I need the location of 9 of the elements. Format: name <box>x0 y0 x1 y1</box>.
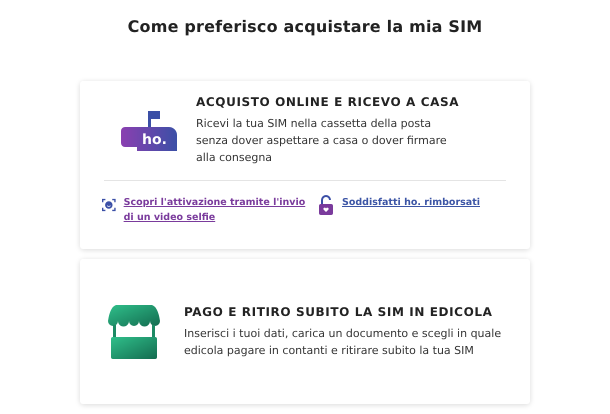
market-stall-icon <box>106 302 162 360</box>
info-link[interactable]: Soddisfatti ho. rimborsati <box>342 195 480 210</box>
option-description: Ricevi la tua SIM nella cassetta della posta senza dover aspettare a casa o dover firmare alla consegna <box>196 116 448 166</box>
info-link[interactable]: Scopri l'attivazione tramite l'invio di un video selfie <box>124 195 312 225</box>
option-heading: ACQUISTO ONLINE E RICEVO A CASA <box>196 95 460 109</box>
option-heading: PAGO E RITIRO SUBITO LA SIM IN EDICOLA <box>184 304 494 318</box>
page-title: Come preferisco acquistare la mia SIM <box>128 17 482 36</box>
unlocked-padlock-icon <box>318 195 334 215</box>
option-description: Inserisci i tuoi dati, carica un documento e scegli in quale edicola pagare in contanti e ritirare subito la tua SIM <box>184 326 502 358</box>
